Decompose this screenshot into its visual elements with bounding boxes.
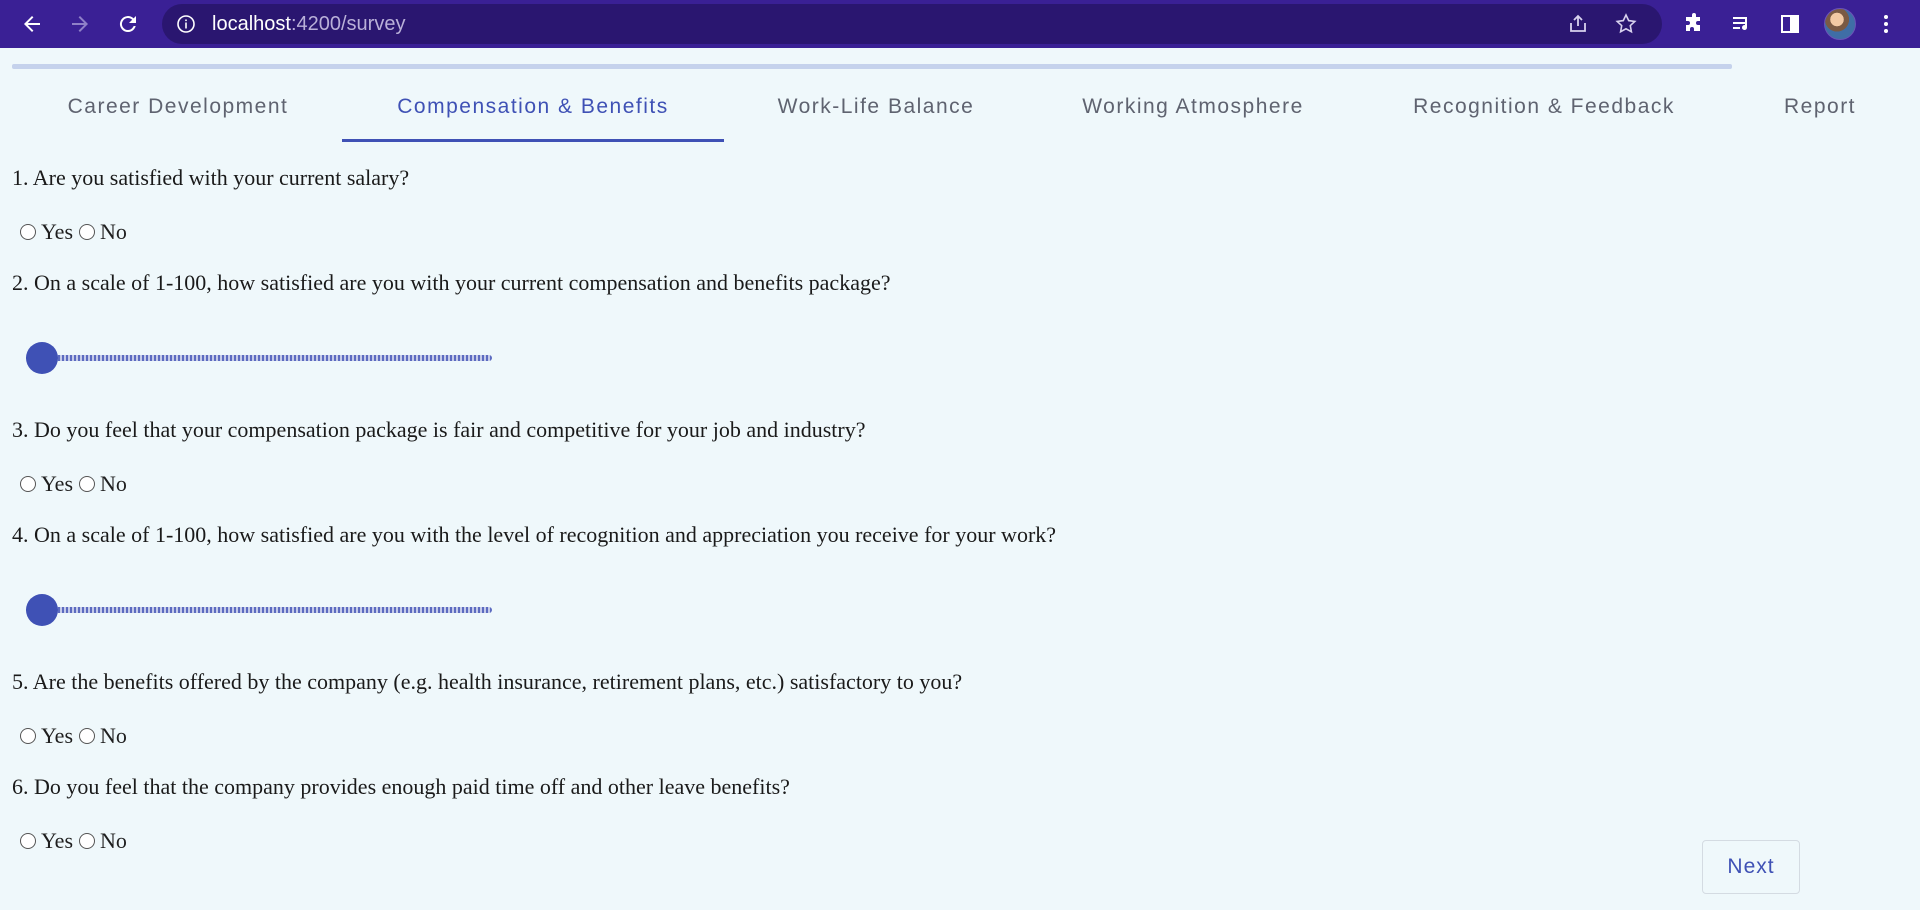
tab-ink-bar [342,139,724,142]
question-6-options: Yes No [20,828,133,854]
radio-label-yes: Yes [41,723,74,748]
question-6-text: 6. Do you feel that the company provides… [12,774,790,799]
question-3-options: Yes No [20,471,133,497]
radio-label-no: No [100,219,127,244]
info-icon[interactable] [176,14,196,34]
forward-icon[interactable] [60,4,100,44]
tab-label: Working Atmosphere [1082,95,1304,118]
question-5-options: Yes No [20,723,133,749]
tab-career-development[interactable]: Career Development [40,84,316,142]
share-icon[interactable] [1566,12,1590,36]
question-6-yes-radio[interactable] [20,833,36,849]
browser-toolbar: localhost:4200/survey [0,0,1920,48]
tab-label: Work-Life Balance [777,95,975,118]
url-text: localhost:4200/survey [212,4,405,44]
tab-recognition-feedback[interactable]: Recognition & Feedback [1398,84,1690,142]
question-3-no-radio[interactable] [79,476,96,492]
survey-progress-bar [12,64,1732,69]
radio-label-no: No [100,828,127,853]
question-5-yes-radio[interactable] [20,728,36,744]
question-6-no-radio[interactable] [79,833,96,849]
slider-track[interactable] [26,355,492,361]
survey-tabs: Career Development Compensation & Benefi… [0,84,1920,142]
star-icon[interactable] [1614,12,1638,36]
question-5-no-radio[interactable] [79,728,96,744]
tab-work-life-balance[interactable]: Work-Life Balance [752,84,1000,142]
question-1-options: Yes No [20,219,133,245]
question-2-text: 2. On a scale of 1-100, how satisfied ar… [12,270,891,295]
address-bar[interactable]: localhost:4200/survey [162,4,1662,44]
tab-compensation-benefits[interactable]: Compensation & Benefits [342,84,724,142]
extensions-icon[interactable] [1674,4,1714,44]
radio-label-no: No [100,723,127,748]
side-panel-icon[interactable] [1770,4,1810,44]
back-icon[interactable] [12,4,52,44]
slider-thumb[interactable] [26,342,58,374]
tab-label: Compensation & Benefits [397,95,669,118]
menu-icon[interactable] [1866,4,1906,44]
question-4-text: 4. On a scale of 1-100, how satisfied ar… [12,522,1057,547]
reading-list-icon[interactable] [1722,4,1762,44]
reload-icon[interactable] [108,4,148,44]
question-5-text: 5. Are the benefits offered by the compa… [12,669,963,694]
question-2-slider[interactable] [26,342,492,374]
question-3-text: 3. Do you feel that your compensation pa… [12,417,866,442]
question-1-text: 1. Are you satisfied with your current s… [12,165,410,190]
slider-thumb[interactable] [26,594,58,626]
radio-label-yes: Yes [41,219,74,244]
slider-track[interactable] [26,607,492,613]
tab-label: Report [1783,95,1857,118]
url-path: :4200/survey [290,13,406,35]
tab-label: Career Development [67,95,289,118]
question-4-slider[interactable] [26,594,492,626]
url-host: localhost [212,13,291,35]
tab-label: Recognition & Feedback [1413,95,1675,118]
tab-report[interactable]: Report [1762,84,1878,142]
tab-working-atmosphere[interactable]: Working Atmosphere [1058,84,1328,142]
radio-label-yes: Yes [41,828,74,853]
question-3-yes-radio[interactable] [20,476,36,492]
next-button[interactable]: Next [1702,840,1800,894]
avatar[interactable] [1824,8,1856,40]
question-1-yes-radio[interactable] [20,224,36,240]
radio-label-no: No [100,471,127,496]
radio-label-yes: Yes [41,471,74,496]
question-1-no-radio[interactable] [79,224,96,240]
